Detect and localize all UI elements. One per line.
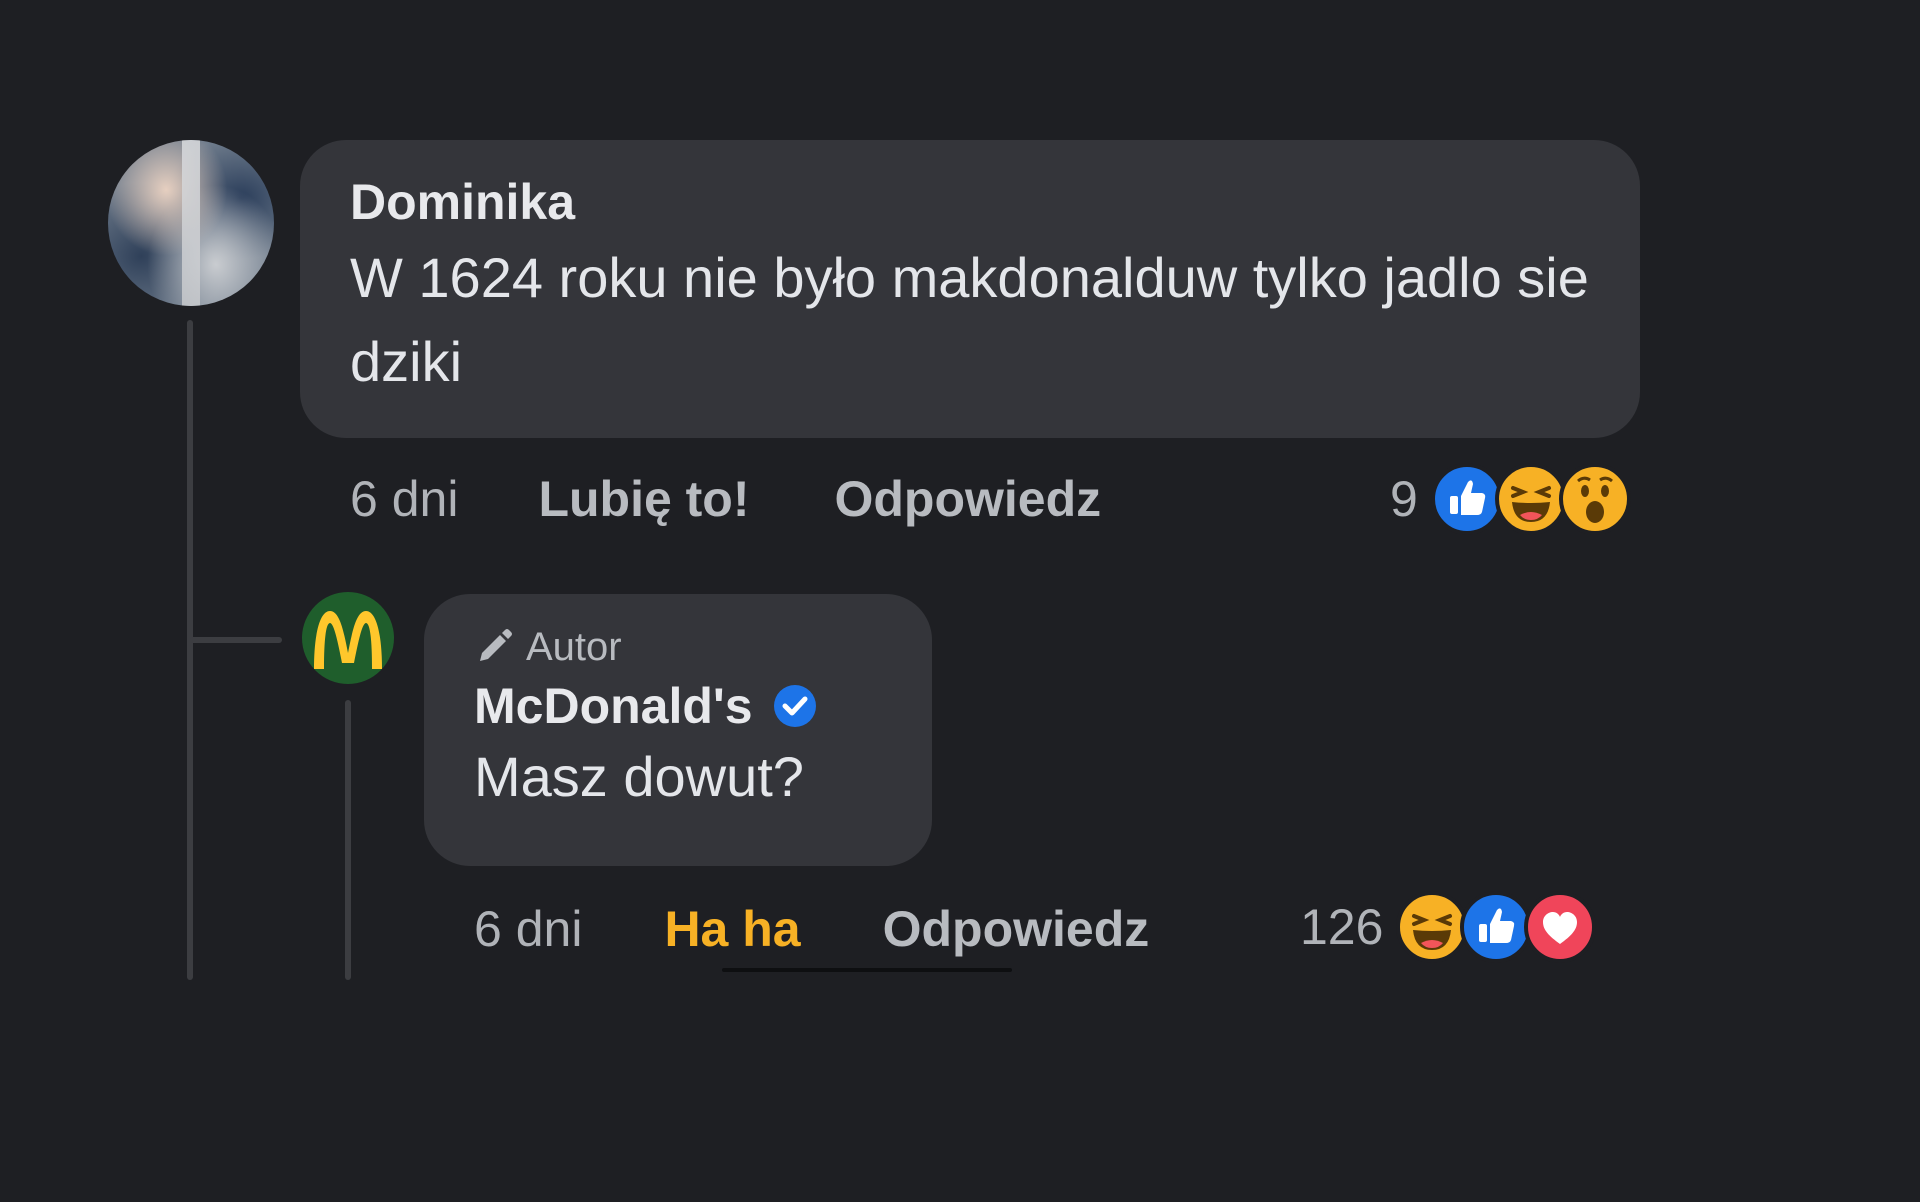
reply-author[interactable]: McDonald's [474, 676, 753, 736]
comment-actions: 6 dni Lubię to! Odpowiedz [350, 470, 1101, 528]
comment-author[interactable]: Dominika [350, 172, 1590, 232]
reply-author-row: McDonald's [474, 676, 882, 736]
verified-badge-icon [773, 685, 816, 727]
comment-thread: Dominika W 1624 roku nie było makdonaldu… [0, 0, 1920, 1202]
avatar-dominika[interactable] [108, 140, 274, 306]
love-icon [1524, 891, 1597, 963]
mcdonalds-logo-icon [314, 611, 382, 669]
avatar-mcdonalds[interactable] [302, 592, 394, 684]
reply-text: Masz dowut? [474, 745, 804, 808]
comment-reactions[interactable]: 9 [1390, 462, 1632, 536]
haha-reaction-button[interactable]: Ha ha [664, 900, 800, 958]
avatar-decoration [182, 140, 200, 306]
wow-icon [1558, 463, 1631, 535]
reply-reaction-icons [1395, 890, 1597, 964]
thread-line-branch [190, 637, 282, 643]
reply-time[interactable]: 6 dni [474, 900, 582, 958]
reaction-count: 9 [1390, 471, 1418, 527]
comment-time[interactable]: 6 dni [350, 470, 458, 528]
haha-icon [1494, 463, 1567, 535]
comment-text: W 1624 roku nie było makdonalduw tylko j… [350, 246, 1589, 393]
like-icon [1460, 891, 1533, 963]
reply-reply-button[interactable]: Odpowiedz [883, 900, 1150, 958]
thread-line-vertical [187, 320, 193, 980]
like-icon [1430, 463, 1503, 535]
comment-bubble: Dominika W 1624 roku nie było makdonaldu… [300, 140, 1640, 438]
reply-actions: 6 dni Ha ha Odpowiedz [474, 900, 1149, 958]
reply-reactions[interactable]: 126 [1300, 890, 1597, 964]
reply-bubble: Autor McDonald's Masz dowut? [424, 594, 932, 866]
author-badge: Autor [474, 622, 882, 672]
reply-reaction-count: 126 [1300, 899, 1384, 955]
author-badge-label: Autor [526, 625, 622, 669]
reaction-icons [1430, 462, 1632, 536]
pencil-icon [480, 629, 512, 661]
haha-icon [1396, 891, 1469, 963]
reply-thread-line [345, 700, 351, 980]
reply-button[interactable]: Odpowiedz [835, 470, 1102, 528]
like-button[interactable]: Lubię to! [538, 470, 749, 528]
focus-underline [722, 968, 1012, 972]
